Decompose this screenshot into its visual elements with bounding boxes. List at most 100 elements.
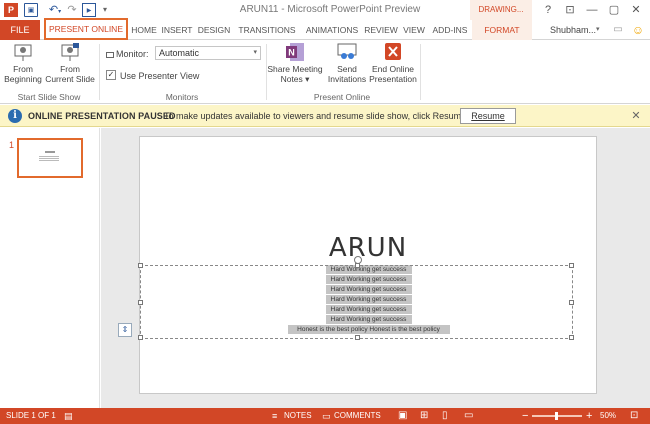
resize-handle[interactable] xyxy=(138,263,143,268)
restore-button[interactable]: ▢ xyxy=(606,2,622,18)
tab-design[interactable]: DESIGN xyxy=(196,20,232,40)
slide-thumbnail[interactable] xyxy=(17,138,83,178)
resize-handle[interactable] xyxy=(569,300,574,305)
zoom-level[interactable]: 50% xyxy=(600,408,616,424)
resize-handle[interactable] xyxy=(138,300,143,305)
notes-icon[interactable]: ≡ xyxy=(272,408,277,424)
customize-qat-icon[interactable]: ▾ xyxy=(100,3,110,17)
thumbnail-text-preview xyxy=(39,156,59,157)
send-invitations-icon xyxy=(337,43,357,59)
tab-transitions[interactable]: TRANSITIONS xyxy=(236,20,298,40)
monitor-icon xyxy=(106,51,114,58)
resize-handle[interactable] xyxy=(569,335,574,340)
slide-sorter-icon[interactable]: ⊞ xyxy=(420,408,428,424)
tab-review[interactable]: REVIEW xyxy=(364,20,398,40)
undo-icon[interactable]: ↶▾ xyxy=(46,3,64,17)
from-current-line1: From xyxy=(60,64,80,74)
slide-editing-area: ARUN Hard Working get success Hard Worki… xyxy=(101,128,650,408)
group-divider xyxy=(420,44,421,100)
window-title: ARUN11 - Microsoft PowerPoint Preview xyxy=(239,4,421,15)
thumbnail-text-preview xyxy=(39,160,59,161)
user-menu-chevron-down-icon[interactable]: ▾ xyxy=(596,20,600,40)
message-bar: i ONLINE PRESENTATION PAUSED To make upd… xyxy=(0,105,650,127)
thumbnail-number: 1 xyxy=(9,140,15,150)
monitors-group-label: Monitors xyxy=(165,92,199,102)
resize-handle[interactable] xyxy=(355,335,360,340)
redo-icon[interactable]: ↷ xyxy=(66,3,78,17)
send-invitations-line1: Send xyxy=(337,64,357,74)
slide-canvas[interactable]: ARUN Hard Working get success Hard Worki… xyxy=(118,136,597,394)
tab-file[interactable]: FILE xyxy=(0,20,40,40)
zoom-in-button[interactable]: + xyxy=(586,408,592,424)
notes-button[interactable]: NOTES xyxy=(284,408,312,424)
present-online-group-label: Present Online xyxy=(313,92,371,102)
start-slideshow-icon[interactable]: ▶ xyxy=(82,3,96,17)
close-button[interactable]: ✕ xyxy=(628,2,644,18)
from-current-line2: Current Slide xyxy=(45,74,95,84)
monitor-select-value: Automatic xyxy=(159,48,200,58)
title-bar: P ▣ ↶▾ ↷ ▶ ▾ ARUN11 - Microsoft PowerPoi… xyxy=(0,0,650,20)
share-notes-line1: Share Meeting xyxy=(267,64,323,74)
end-presentation-icon xyxy=(385,43,401,60)
slide-show-view-icon[interactable]: ▭ xyxy=(464,408,473,424)
tab-animations[interactable]: ANIMATIONS xyxy=(302,20,362,40)
from-beginning-line2: Beginning xyxy=(4,74,42,84)
ribbon: From Beginning From Current Slide Start … xyxy=(0,40,650,104)
thumbnail-title-preview xyxy=(45,151,55,153)
tab-present-online[interactable]: PRESENT ONLINE xyxy=(44,18,128,40)
from-current-slide-button[interactable]: From Current Slide xyxy=(44,42,96,84)
use-presenter-view-checkbox[interactable]: ✓ xyxy=(106,70,116,80)
resize-handle[interactable] xyxy=(355,263,360,268)
tab-format[interactable]: FORMAT xyxy=(472,20,532,40)
save-icon[interactable]: ▣ xyxy=(24,3,38,17)
monitor-select[interactable]: Automatic ▾ xyxy=(155,46,261,60)
slide-count: SLIDE 1 OF 1 xyxy=(6,411,56,420)
comments-button[interactable]: COMMENTS xyxy=(334,408,381,424)
spell-check-icon[interactable]: ▤ xyxy=(64,408,73,424)
onenote-icon: N xyxy=(286,43,304,61)
resize-handle[interactable] xyxy=(569,263,574,268)
fit-slide-to-window-icon[interactable]: ⊡ xyxy=(630,408,638,424)
text-box-selection-frame[interactable] xyxy=(138,256,574,340)
from-beginning-line1: From xyxy=(13,64,33,74)
user-avatar-icon[interactable]: ▭ xyxy=(610,22,626,38)
from-beginning-button[interactable]: From Beginning xyxy=(2,42,44,84)
tab-add-ins[interactable]: ADD-INS xyxy=(430,20,470,40)
status-bar: SLIDE 1 OF 1 ▤ ≡ NOTES ▭ COMMENTS ▣ ⊞ ▯ … xyxy=(0,408,650,424)
slide-title[interactable]: ARUN xyxy=(140,233,596,263)
resume-button[interactable]: Resume xyxy=(460,108,516,124)
autofit-options-icon[interactable]: ⇕ xyxy=(118,323,132,337)
help-icon[interactable]: ? xyxy=(540,2,556,18)
reading-view-icon[interactable]: ▯ xyxy=(442,408,448,424)
tab-view[interactable]: VIEW xyxy=(400,20,428,40)
info-icon: i xyxy=(8,109,22,123)
share-meeting-notes-button[interactable]: N Share Meeting Notes ▾ xyxy=(266,42,324,84)
message-bar-title: ONLINE PRESENTATION PAUSED xyxy=(28,111,176,121)
minimize-button[interactable]: — xyxy=(584,2,600,18)
monitor-label: Monitor: xyxy=(106,49,149,59)
end-online-line1: End Online xyxy=(371,64,415,74)
send-invitations-line2: Invitations xyxy=(327,74,367,84)
zoom-slider-thumb[interactable] xyxy=(555,412,558,420)
send-invitations-button[interactable]: Send Invitations xyxy=(326,42,368,84)
svg-text:N: N xyxy=(288,48,295,58)
normal-view-icon[interactable]: ▣ xyxy=(398,408,407,424)
close-message-bar-icon[interactable]: ✕ xyxy=(630,109,642,123)
end-online-presentation-button[interactable]: End Online Presentation xyxy=(368,42,418,84)
drawing-tools-context-label: DRAWING... xyxy=(470,0,532,20)
zoom-out-button[interactable]: − xyxy=(522,408,528,424)
slideshow-from-beginning-icon xyxy=(14,44,32,61)
resize-handle[interactable] xyxy=(138,335,143,340)
powerpoint-logo-icon: P xyxy=(4,3,18,17)
comments-icon[interactable]: ▭ xyxy=(322,408,331,424)
feedback-smiley-icon[interactable]: ☺ xyxy=(630,22,646,38)
user-name[interactable]: Shubham... xyxy=(550,20,596,40)
slide-thumbnail-pane: 1 xyxy=(0,128,100,408)
tab-home[interactable]: HOME xyxy=(130,20,158,40)
use-presenter-view-label: Use Presenter View xyxy=(120,71,200,81)
tab-insert[interactable]: INSERT xyxy=(160,20,194,40)
start-slide-show-group-label: Start Slide Show xyxy=(17,92,81,102)
ribbon-display-options-icon[interactable]: ⊡ xyxy=(562,2,578,18)
thumbnail-text-preview xyxy=(39,158,59,159)
chevron-down-icon: ▾ xyxy=(253,49,257,56)
